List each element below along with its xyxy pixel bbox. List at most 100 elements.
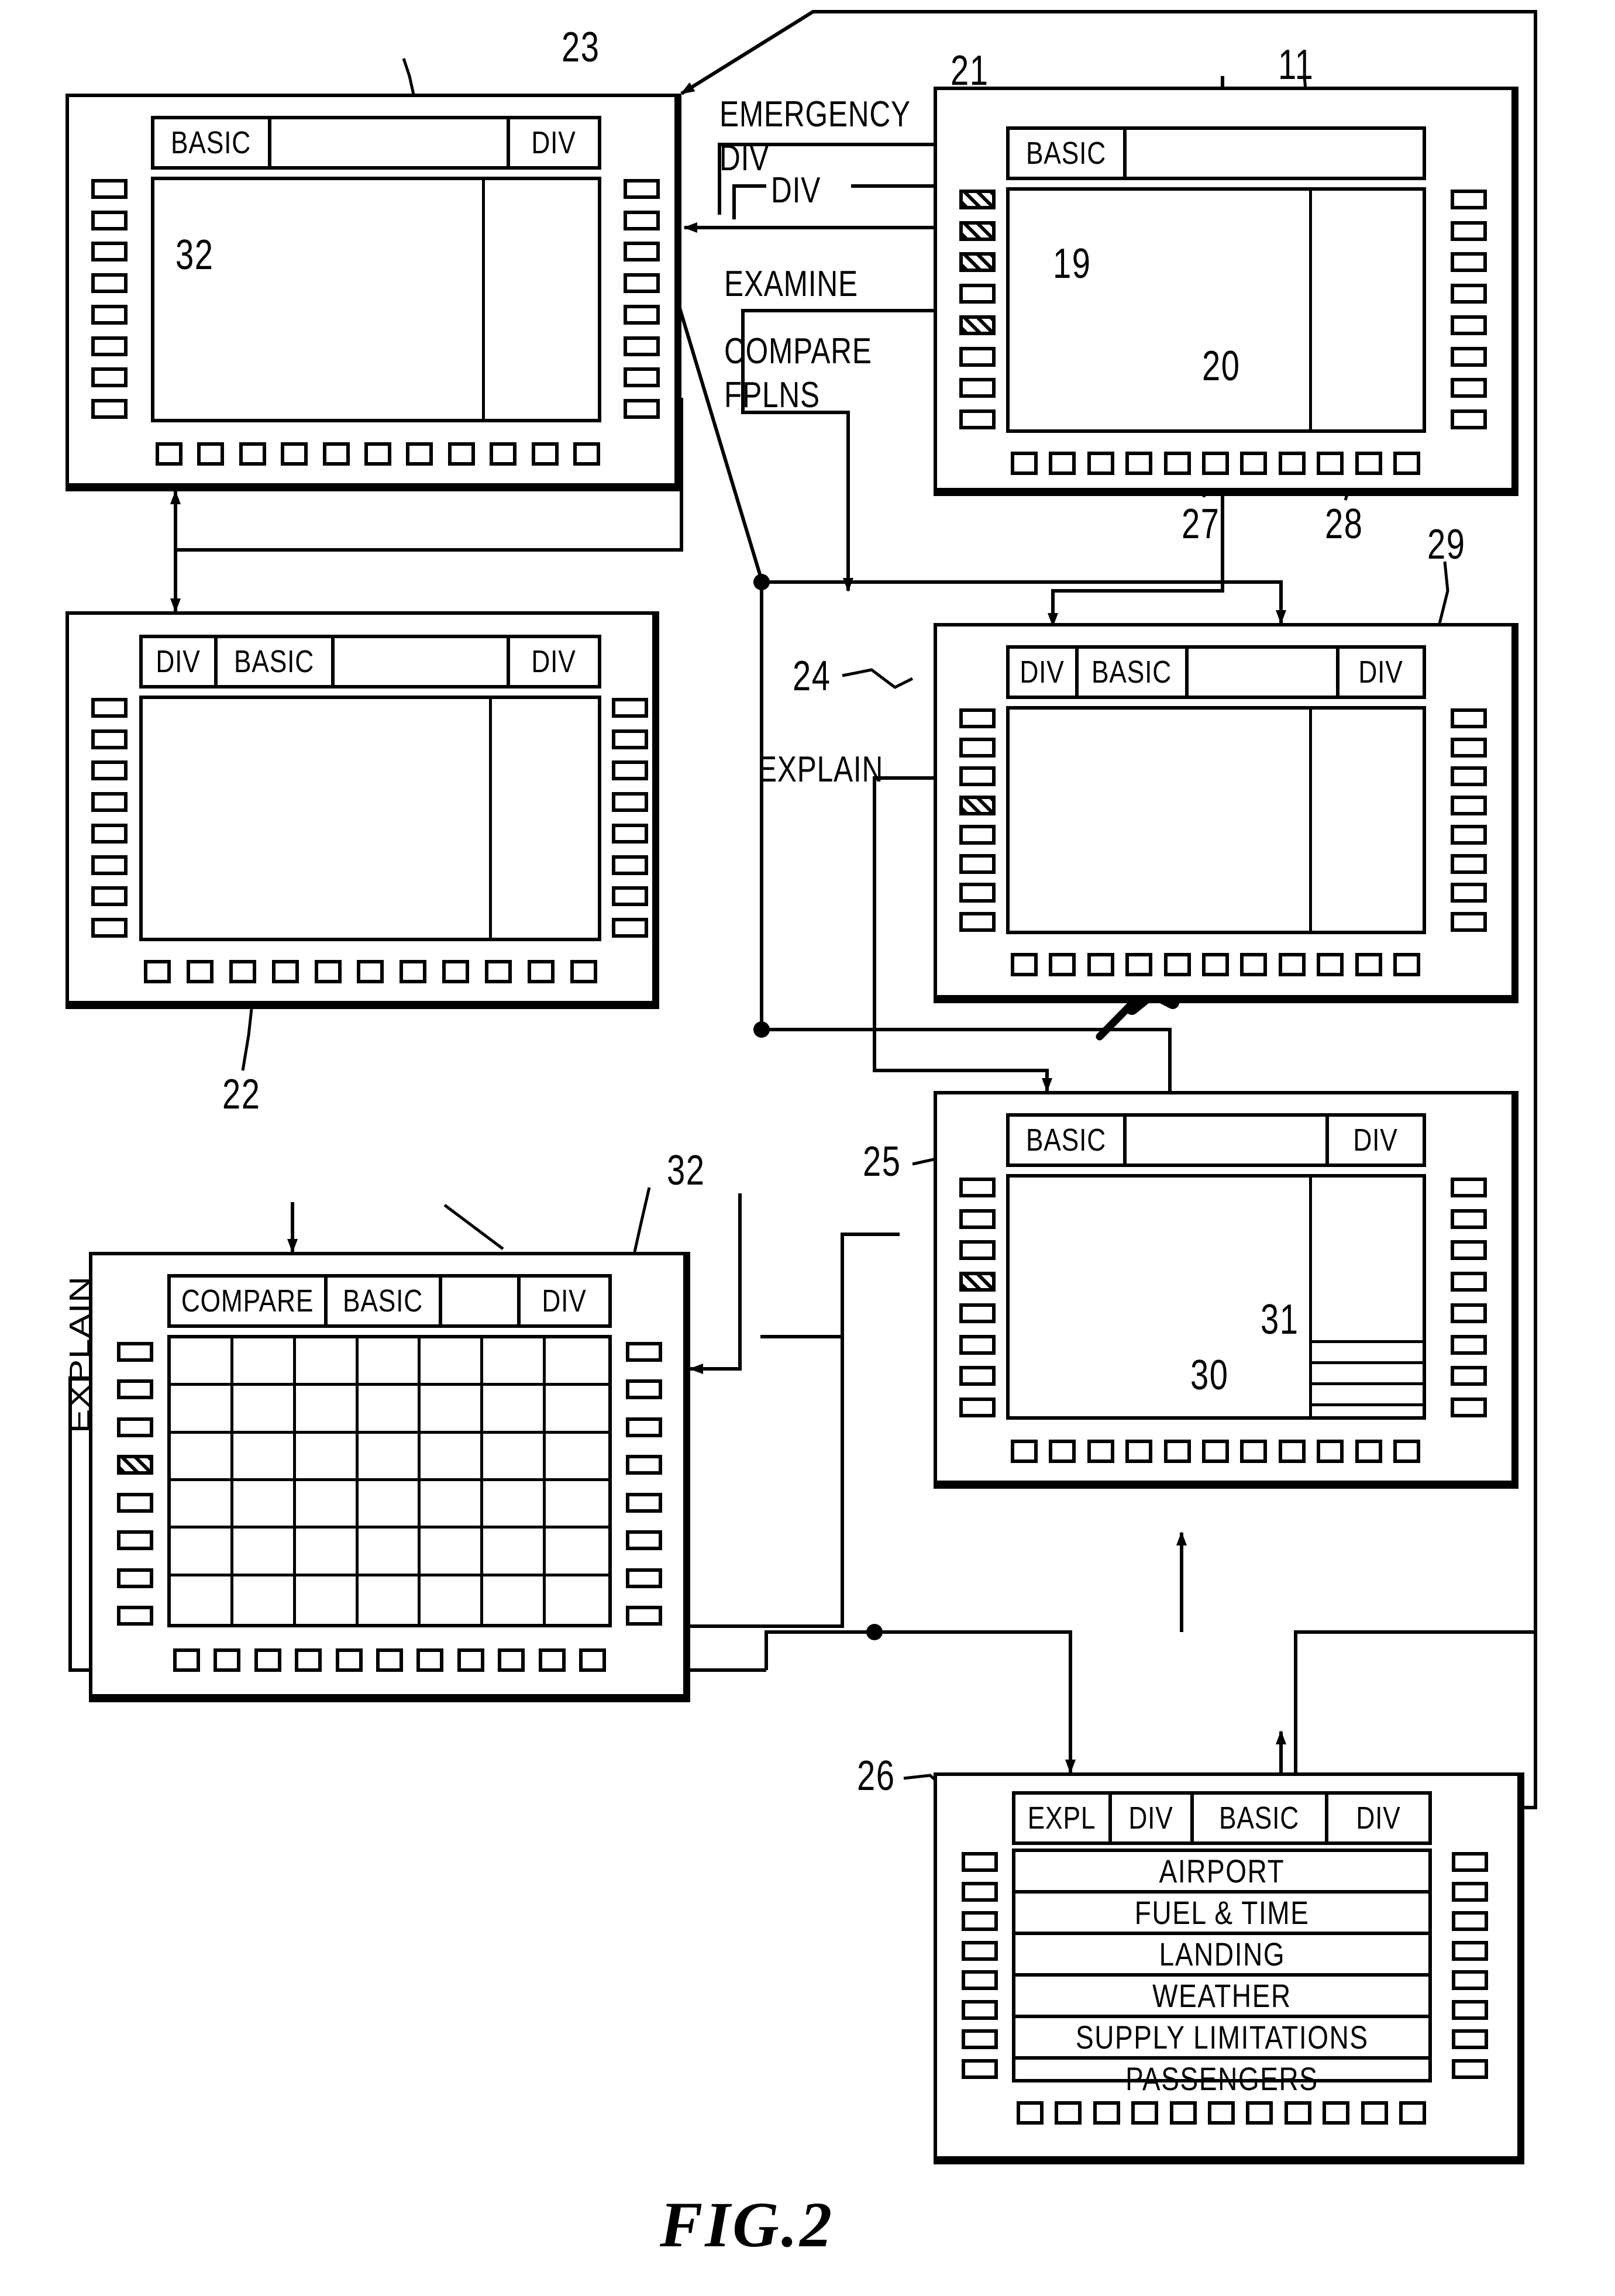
- display-unit-11-left-key-5-selected[interactable]: [959, 315, 996, 335]
- display-unit-11[interactable]: BASIC: [934, 87, 1518, 496]
- display-unit-22-bottom-key-3[interactable]: [229, 960, 256, 983]
- display-unit-29-right-key-5[interactable]: [1451, 824, 1487, 845]
- display-unit-22-right-key-3[interactable]: [612, 760, 648, 781]
- display-unit-26-left-key-2[interactable]: [962, 1881, 998, 1902]
- display-unit-22-bottom-key-1[interactable]: [144, 960, 171, 983]
- display-unit-32-left-key-8[interactable]: [117, 1605, 153, 1626]
- display-unit-32-left-key-1[interactable]: [117, 1342, 153, 1362]
- display-unit-11-right-key-1[interactable]: [1451, 190, 1487, 209]
- display-unit-11-left-key-8[interactable]: [959, 409, 996, 429]
- display-unit-22[interactable]: DIV BASIC DIV: [66, 611, 659, 1009]
- display-unit-32-left-key-2[interactable]: [117, 1379, 153, 1400]
- display-unit-26-left-key-1[interactable]: [962, 1852, 998, 1872]
- display-unit-25-right-key-7[interactable]: [1451, 1366, 1487, 1386]
- display-unit-26-left-key-4[interactable]: [962, 1940, 998, 1961]
- display-unit-23-bottom-key-10[interactable]: [531, 442, 559, 466]
- display-unit-29-bottom-key-7[interactable]: [1240, 953, 1268, 976]
- display-unit-26-bottom-key-11[interactable]: [1399, 2101, 1426, 2125]
- display-unit-25-bottom-key-8[interactable]: [1278, 1440, 1306, 1463]
- display-unit-32-left-key-4-selected[interactable]: [117, 1455, 153, 1475]
- display-unit-22-right-key-1[interactable]: [612, 698, 648, 718]
- display-unit-22-right-key-6[interactable]: [612, 855, 648, 875]
- display-unit-26-left-key-8[interactable]: [962, 2059, 998, 2079]
- display-unit-22-right-key-7[interactable]: [612, 886, 648, 907]
- display-unit-25-right-key-6[interactable]: [1451, 1334, 1487, 1355]
- unit26-tab-div-left[interactable]: DIV: [1112, 1795, 1194, 1841]
- display-unit-29-left-key-2[interactable]: [959, 737, 996, 758]
- display-unit-25-bottom-key-11[interactable]: [1393, 1440, 1420, 1463]
- display-unit-29-right-key-2[interactable]: [1451, 737, 1487, 758]
- display-unit-11-right-key-8[interactable]: [1451, 409, 1487, 429]
- display-unit-11-right-key-2[interactable]: [1451, 221, 1487, 241]
- display-unit-22-bottom-key-10[interactable]: [528, 960, 555, 983]
- display-unit-26-bottom-key-6[interactable]: [1207, 2101, 1235, 2125]
- display-unit-23-bottom-key-3[interactable]: [239, 442, 266, 466]
- display-unit-32-bottom-key-2[interactable]: [214, 1648, 241, 1672]
- display-unit-25-left-key-5[interactable]: [959, 1303, 996, 1323]
- unit22-right-bezel[interactable]: [612, 698, 648, 938]
- display-unit-11-left-key-4[interactable]: [959, 284, 996, 304]
- display-unit-23-right-key-4[interactable]: [624, 273, 660, 294]
- display-unit-25-bottom-key-4[interactable]: [1125, 1440, 1153, 1463]
- divert-info-item-6[interactable]: PASSENGERS: [1015, 2060, 1428, 2098]
- display-unit-23-bottom-key-1[interactable]: [156, 442, 182, 466]
- unit25-tab-basic[interactable]: BASIC: [1010, 1117, 1127, 1164]
- display-unit-11-bottom-key-8[interactable]: [1278, 452, 1306, 475]
- unit23-tab-div[interactable]: DIV: [510, 119, 598, 166]
- display-unit-26-bottom-key-2[interactable]: [1055, 2101, 1082, 2125]
- unit22-bottom-bezel[interactable]: [144, 960, 597, 983]
- divert-info-item-2[interactable]: FUEL & TIME: [1015, 1894, 1428, 1935]
- unit26-tab-div-right[interactable]: DIV: [1328, 1795, 1428, 1841]
- display-unit-11-right-key-5[interactable]: [1451, 315, 1487, 335]
- display-unit-25-bottom-key-7[interactable]: [1240, 1440, 1268, 1463]
- display-unit-23-right-key-8[interactable]: [624, 398, 660, 419]
- display-unit-11-bottom-key-5[interactable]: [1163, 452, 1191, 475]
- display-unit-22-bottom-key-4[interactable]: [271, 960, 299, 983]
- display-unit-25-left-key-3[interactable]: [959, 1240, 996, 1261]
- display-unit-23-bottom-key-6[interactable]: [364, 442, 391, 466]
- display-unit-11-bottom-key-4[interactable]: [1125, 452, 1153, 475]
- unit32-tab-blank[interactable]: [442, 1278, 521, 1324]
- display-unit-25-left-key-2[interactable]: [959, 1209, 996, 1229]
- display-unit-32-bottom-key-10[interactable]: [538, 1648, 566, 1672]
- display-unit-29-right-key-7[interactable]: [1451, 883, 1487, 903]
- display-unit-29-right-key-4[interactable]: [1451, 796, 1487, 816]
- unit11-tab-basic[interactable]: BASIC: [1010, 130, 1127, 177]
- display-unit-23-bottom-key-7[interactable]: [406, 442, 433, 466]
- display-unit-25-bottom-key-2[interactable]: [1049, 1440, 1076, 1463]
- display-unit-26-bottom-key-1[interactable]: [1017, 2101, 1044, 2125]
- display-unit-11-left-key-7[interactable]: [959, 378, 996, 398]
- display-unit-29[interactable]: DIV BASIC DIV: [934, 623, 1518, 1003]
- display-unit-32-right-key-7[interactable]: [626, 1568, 662, 1588]
- display-unit-26-left-key-6[interactable]: [962, 1999, 998, 2020]
- display-unit-22-left-key-1[interactable]: [91, 698, 128, 718]
- display-unit-23-bottom-key-5[interactable]: [322, 442, 350, 466]
- display-unit-32-bottom-key-9[interactable]: [498, 1648, 525, 1672]
- unit22-tab-basic[interactable]: BASIC: [218, 638, 335, 685]
- unit32-right-bezel[interactable]: [626, 1342, 662, 1626]
- display-unit-23-left-key-5[interactable]: [91, 304, 128, 325]
- unit32-tab-basic[interactable]: BASIC: [328, 1278, 442, 1324]
- display-unit-26-left-key-7[interactable]: [962, 2029, 998, 2050]
- display-unit-25-bottom-key-9[interactable]: [1317, 1440, 1344, 1463]
- display-unit-22-right-key-5[interactable]: [612, 823, 648, 844]
- display-unit-26-right-key-8[interactable]: [1452, 2059, 1488, 2079]
- display-unit-11-right-key-4[interactable]: [1451, 284, 1487, 304]
- display-unit-32-right-key-5[interactable]: [626, 1492, 662, 1513]
- display-unit-29-left-key-6[interactable]: [959, 853, 996, 874]
- display-unit-26-bottom-key-5[interactable]: [1169, 2101, 1197, 2125]
- display-unit-25-left-key-4-selected[interactable]: [959, 1272, 996, 1292]
- unit22-left-bezel[interactable]: [91, 698, 128, 938]
- unit29-tab-basic[interactable]: BASIC: [1079, 649, 1189, 696]
- display-unit-25-left-key-6[interactable]: [959, 1334, 996, 1355]
- display-unit-29-bottom-key-3[interactable]: [1087, 953, 1114, 976]
- display-unit-29-right-key-8[interactable]: [1451, 911, 1487, 932]
- display-unit-29-bottom-key-5[interactable]: [1163, 953, 1191, 976]
- display-unit-23-right-key-7[interactable]: [624, 367, 660, 388]
- display-unit-29-bottom-key-6[interactable]: [1201, 953, 1229, 976]
- display-unit-32-bottom-key-5[interactable]: [335, 1648, 363, 1672]
- display-unit-26-right-key-7[interactable]: [1452, 2029, 1488, 2050]
- display-unit-25-right-key-8[interactable]: [1451, 1397, 1487, 1417]
- display-unit-22-bottom-key-8[interactable]: [442, 960, 470, 983]
- display-unit-25-left-key-7[interactable]: [959, 1366, 996, 1386]
